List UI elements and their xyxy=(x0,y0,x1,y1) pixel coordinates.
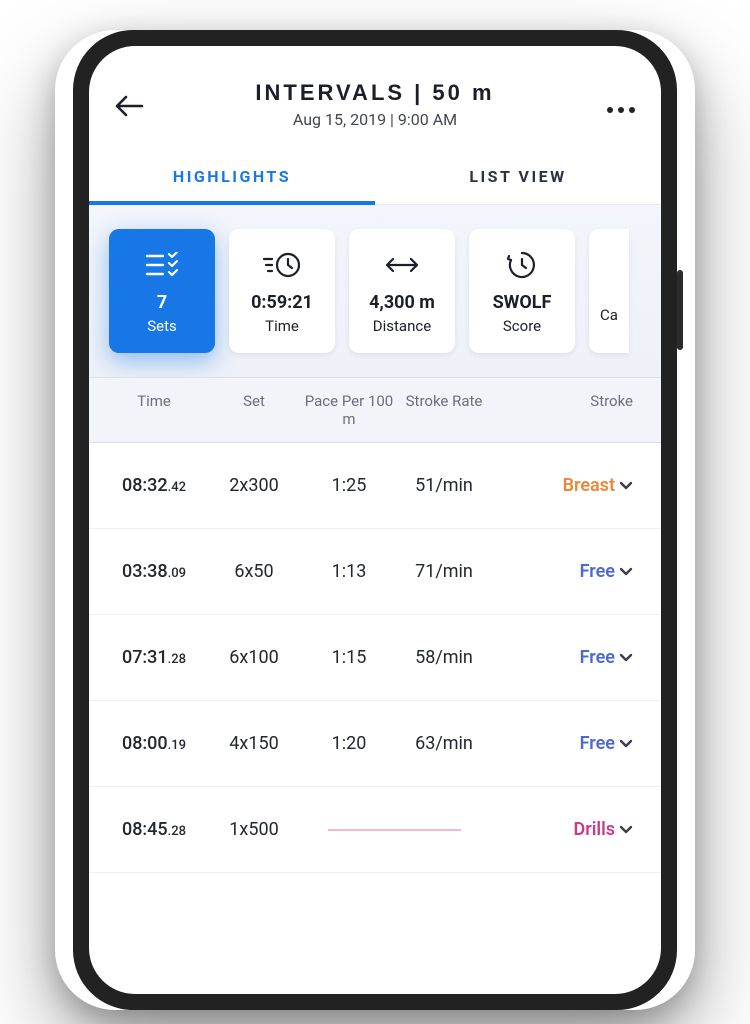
table-body: 08:32.422x3001:2551/minBreast 03:38.096x… xyxy=(89,443,661,873)
cell-pace: 1:20 xyxy=(299,733,399,754)
stroke-label: Breast xyxy=(563,475,615,496)
tab-list-view[interactable]: LIST VIEW xyxy=(375,145,661,204)
card-swolf[interactable]: SWOLF Score xyxy=(469,229,575,353)
card-label: Distance xyxy=(373,317,431,335)
chevron-down-icon xyxy=(619,825,633,835)
page-title: INTERVALS | 50 m xyxy=(113,80,637,106)
chevron-down-icon xyxy=(619,567,633,577)
header: INTERVALS | 50 m Aug 15, 2019 | 9:00 AM xyxy=(89,46,661,145)
cell-set: 6x100 xyxy=(209,647,299,668)
tab-label: HIGHLIGHTS xyxy=(173,167,291,186)
stroke-label: Free xyxy=(580,647,615,668)
stroke-label: Drills xyxy=(574,819,615,840)
chevron-down-icon xyxy=(619,481,633,491)
table-header: Time Set Pace Per 100 m Stroke Rate Stro… xyxy=(89,377,661,443)
chevron-down-icon xyxy=(619,739,633,749)
clock-speed-icon xyxy=(262,248,302,282)
col-stroke: Stroke xyxy=(489,392,651,428)
more-dots-icon xyxy=(607,107,613,113)
tab-bar: HIGHLIGHTS LIST VIEW xyxy=(89,145,661,205)
card-label: Time xyxy=(265,317,299,335)
cell-set: 6x50 xyxy=(209,561,299,582)
card-sets[interactable]: 7 Sets xyxy=(109,229,215,353)
card-label: Ca xyxy=(600,306,618,324)
card-value: 0:59:21 xyxy=(251,292,313,313)
cell-rate: 51/min xyxy=(399,475,489,496)
table-row[interactable]: 08:32.422x3001:2551/min Breast xyxy=(89,443,661,529)
tab-highlights[interactable]: HIGHLIGHTS xyxy=(89,145,375,204)
cell-pace: 1:25 xyxy=(299,475,399,496)
phone-frame: INTERVALS | 50 m Aug 15, 2019 | 9:00 AM … xyxy=(73,30,677,1010)
card-label: Sets xyxy=(147,317,177,335)
cell-stroke[interactable]: Free xyxy=(489,647,651,668)
col-pace: Pace Per 100 m xyxy=(299,392,399,428)
swolf-icon xyxy=(506,248,538,282)
page-subtitle: Aug 15, 2019 | 9:00 AM xyxy=(113,110,637,129)
cell-set: 1x500 xyxy=(209,819,299,840)
col-set: Set xyxy=(209,392,299,428)
cell-time: 08:32.42 xyxy=(99,475,209,496)
stroke-select[interactable]: Breast xyxy=(563,475,633,496)
cell-rate: 58/min xyxy=(399,647,489,668)
stroke-label: Free xyxy=(580,733,615,754)
back-button[interactable] xyxy=(109,86,149,126)
more-button[interactable] xyxy=(601,90,641,130)
card-value: 7 xyxy=(157,292,167,313)
list-check-icon xyxy=(145,248,179,282)
cell-time: 08:45.28 xyxy=(99,819,209,840)
cell-rate: 71/min xyxy=(399,561,489,582)
app-screen: INTERVALS | 50 m Aug 15, 2019 | 9:00 AM … xyxy=(89,46,661,994)
stroke-label: Free xyxy=(580,561,615,582)
col-rate: Stroke Rate xyxy=(399,392,489,428)
table-row[interactable]: 03:38.096x501:1371/min Free xyxy=(89,529,661,615)
card-value: SWOLF xyxy=(493,292,552,313)
stroke-select[interactable]: Free xyxy=(580,733,633,754)
cell-stroke[interactable]: Free xyxy=(489,733,651,754)
dash-line xyxy=(328,829,461,831)
table-row[interactable]: 07:31.286x1001:1558/min Free xyxy=(89,615,661,701)
card-label: Score xyxy=(503,317,541,335)
cell-rate: 63/min xyxy=(399,733,489,754)
phone-side-button xyxy=(677,270,683,350)
stroke-select[interactable]: Free xyxy=(580,561,633,582)
card-time[interactable]: 0:59:21 Time xyxy=(229,229,335,353)
cell-stroke[interactable]: Breast xyxy=(489,475,651,496)
cell-pace: 1:15 xyxy=(299,647,399,668)
table-row[interactable]: 08:00.194x1501:2063/min Free xyxy=(89,701,661,787)
cell-stroke[interactable]: Free xyxy=(489,561,651,582)
tab-label: LIST VIEW xyxy=(469,167,566,186)
cell-time: 03:38.09 xyxy=(99,561,209,582)
cell-time: 07:31.28 xyxy=(99,647,209,668)
dash-placeholder xyxy=(299,829,489,831)
col-time: Time xyxy=(99,392,209,428)
stroke-select[interactable]: Drills xyxy=(574,819,633,840)
table-row[interactable]: 08:45.281x500 Drills xyxy=(89,787,661,873)
chevron-down-icon xyxy=(619,653,633,663)
card-distance[interactable]: 4,300 m Distance xyxy=(349,229,455,353)
card-calories[interactable]: Ca xyxy=(589,229,629,353)
metric-cards-row[interactable]: 7 Sets 0:59:21 Time xyxy=(89,205,661,377)
distance-icon xyxy=(384,248,420,282)
card-value: 4,300 m xyxy=(369,292,435,313)
cell-pace: 1:13 xyxy=(299,561,399,582)
cell-time: 08:00.19 xyxy=(99,733,209,754)
cell-stroke[interactable]: Drills xyxy=(489,819,651,840)
cell-set: 2x300 xyxy=(209,475,299,496)
cell-set: 4x150 xyxy=(209,733,299,754)
arrow-left-icon xyxy=(114,94,144,118)
stroke-select[interactable]: Free xyxy=(580,647,633,668)
